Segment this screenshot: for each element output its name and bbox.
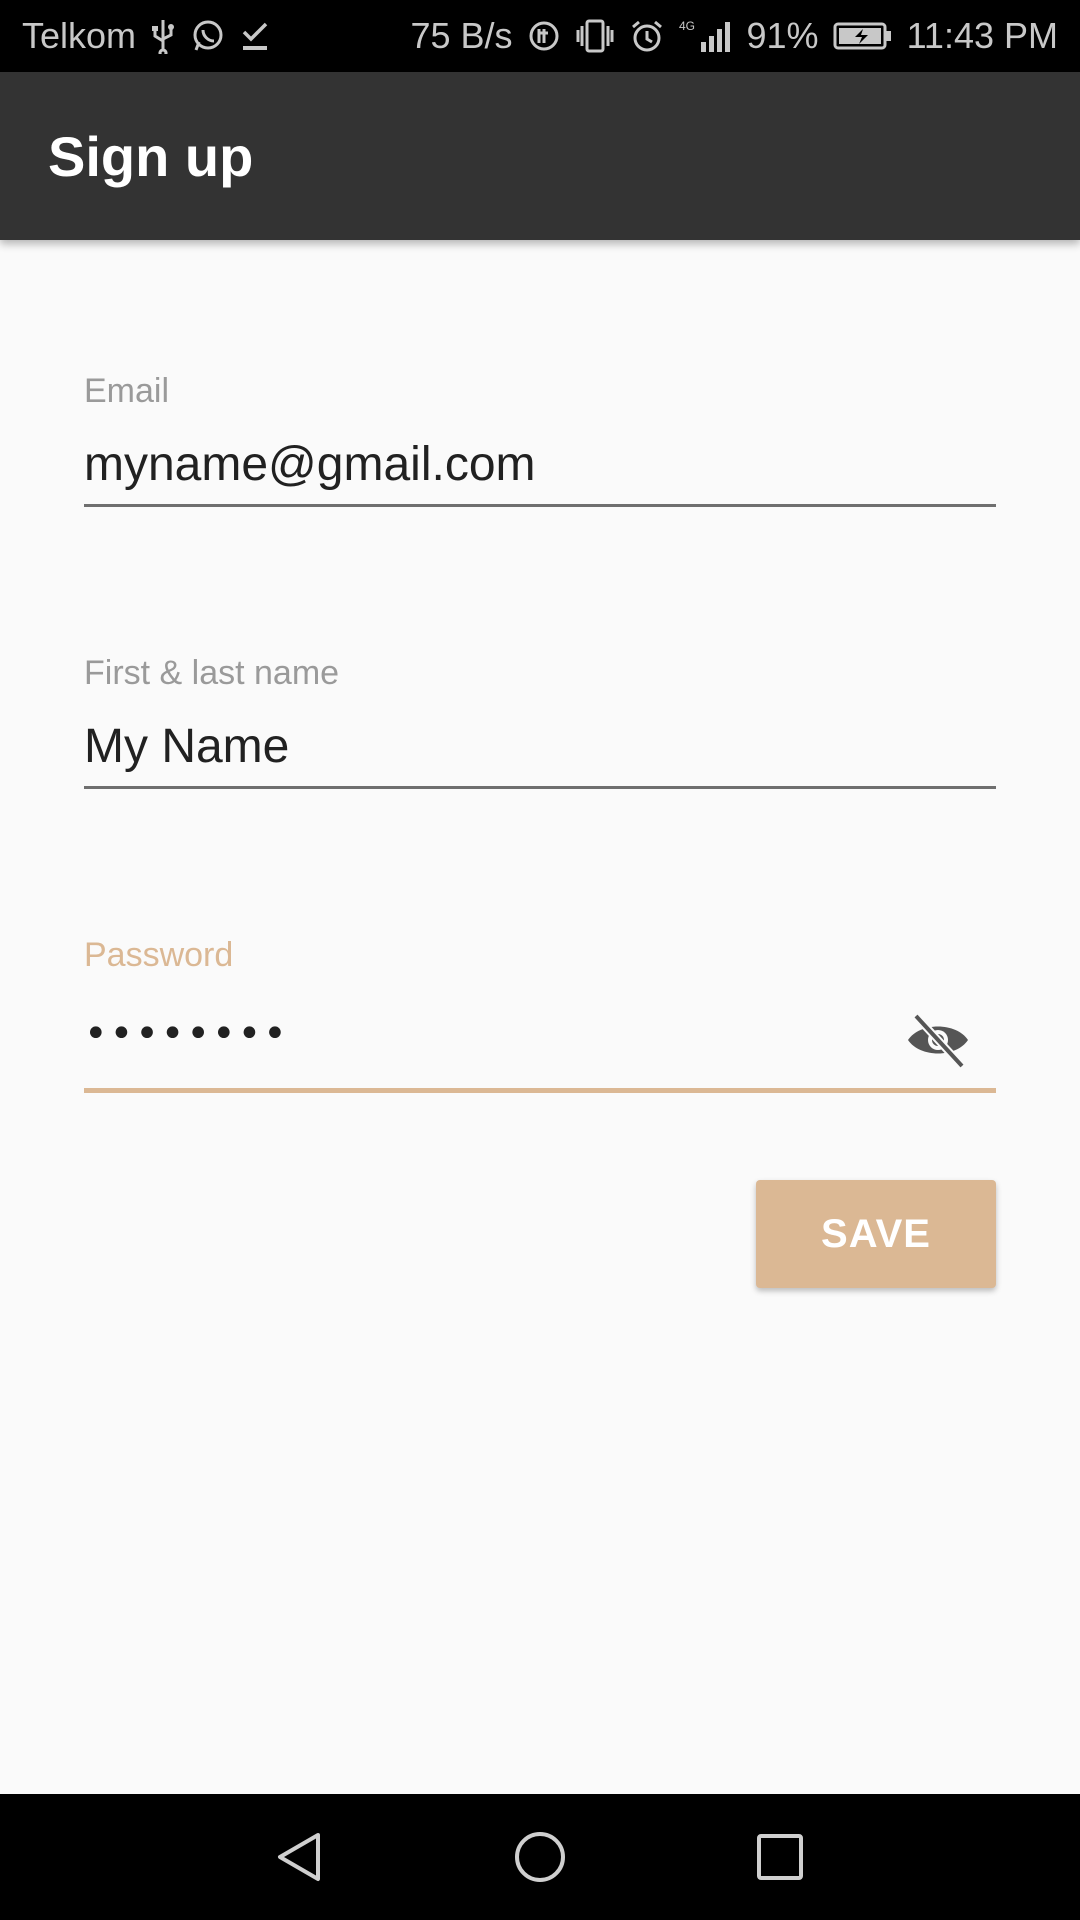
password-visibility-toggle[interactable]: [904, 1010, 972, 1070]
status-bar: Telkom 75 B/s 4G 91% 11:43 PM: [0, 0, 1080, 72]
name-field[interactable]: [84, 715, 996, 777]
email-field[interactable]: [84, 433, 996, 495]
name-label: First & last name: [84, 654, 340, 692]
clock: 11:43 PM: [906, 15, 1058, 56]
visibility-off-icon: [908, 1013, 968, 1069]
password-label: Password: [84, 936, 234, 974]
carrier-name: Telkom: [22, 15, 137, 56]
home-icon: [515, 1832, 565, 1882]
name-field-group: First & last name: [84, 654, 996, 790]
whatsapp-icon: [190, 18, 226, 54]
usb-icon: [150, 18, 176, 54]
data-saver-icon: [527, 19, 561, 53]
app-bar: Sign up: [0, 72, 1080, 240]
recents-button[interactable]: [740, 1817, 820, 1897]
email-field-group: Email: [84, 372, 996, 508]
signal-icon: 4G: [679, 18, 733, 54]
save-button[interactable]: SAVE: [756, 1180, 996, 1288]
status-right: 75 B/s 4G 91% 11:43 PM: [410, 15, 1058, 57]
name-underline: [84, 786, 996, 789]
home-button[interactable]: [500, 1817, 580, 1897]
email-label: Email: [84, 372, 170, 410]
network-type: 4G: [679, 19, 695, 33]
password-field-group: Password ••••••••: [84, 936, 996, 1093]
password-value[interactable]: ••••••••: [84, 1011, 996, 1073]
page-title: Sign up: [48, 124, 254, 188]
net-speed: 75 B/s: [410, 15, 513, 56]
vibrate-icon: [575, 18, 615, 54]
recents-icon: [757, 1834, 803, 1880]
battery-charging-icon: [833, 20, 893, 52]
email-underline: [84, 504, 996, 507]
download-done-icon: [240, 18, 270, 54]
status-left: Telkom: [22, 15, 270, 57]
navigation-bar: [0, 1794, 1080, 1920]
password-underline: [84, 1088, 996, 1093]
back-button[interactable]: [260, 1817, 340, 1897]
alarm-icon: [629, 18, 665, 54]
battery-percent: 91%: [746, 15, 819, 56]
back-icon: [278, 1833, 320, 1881]
